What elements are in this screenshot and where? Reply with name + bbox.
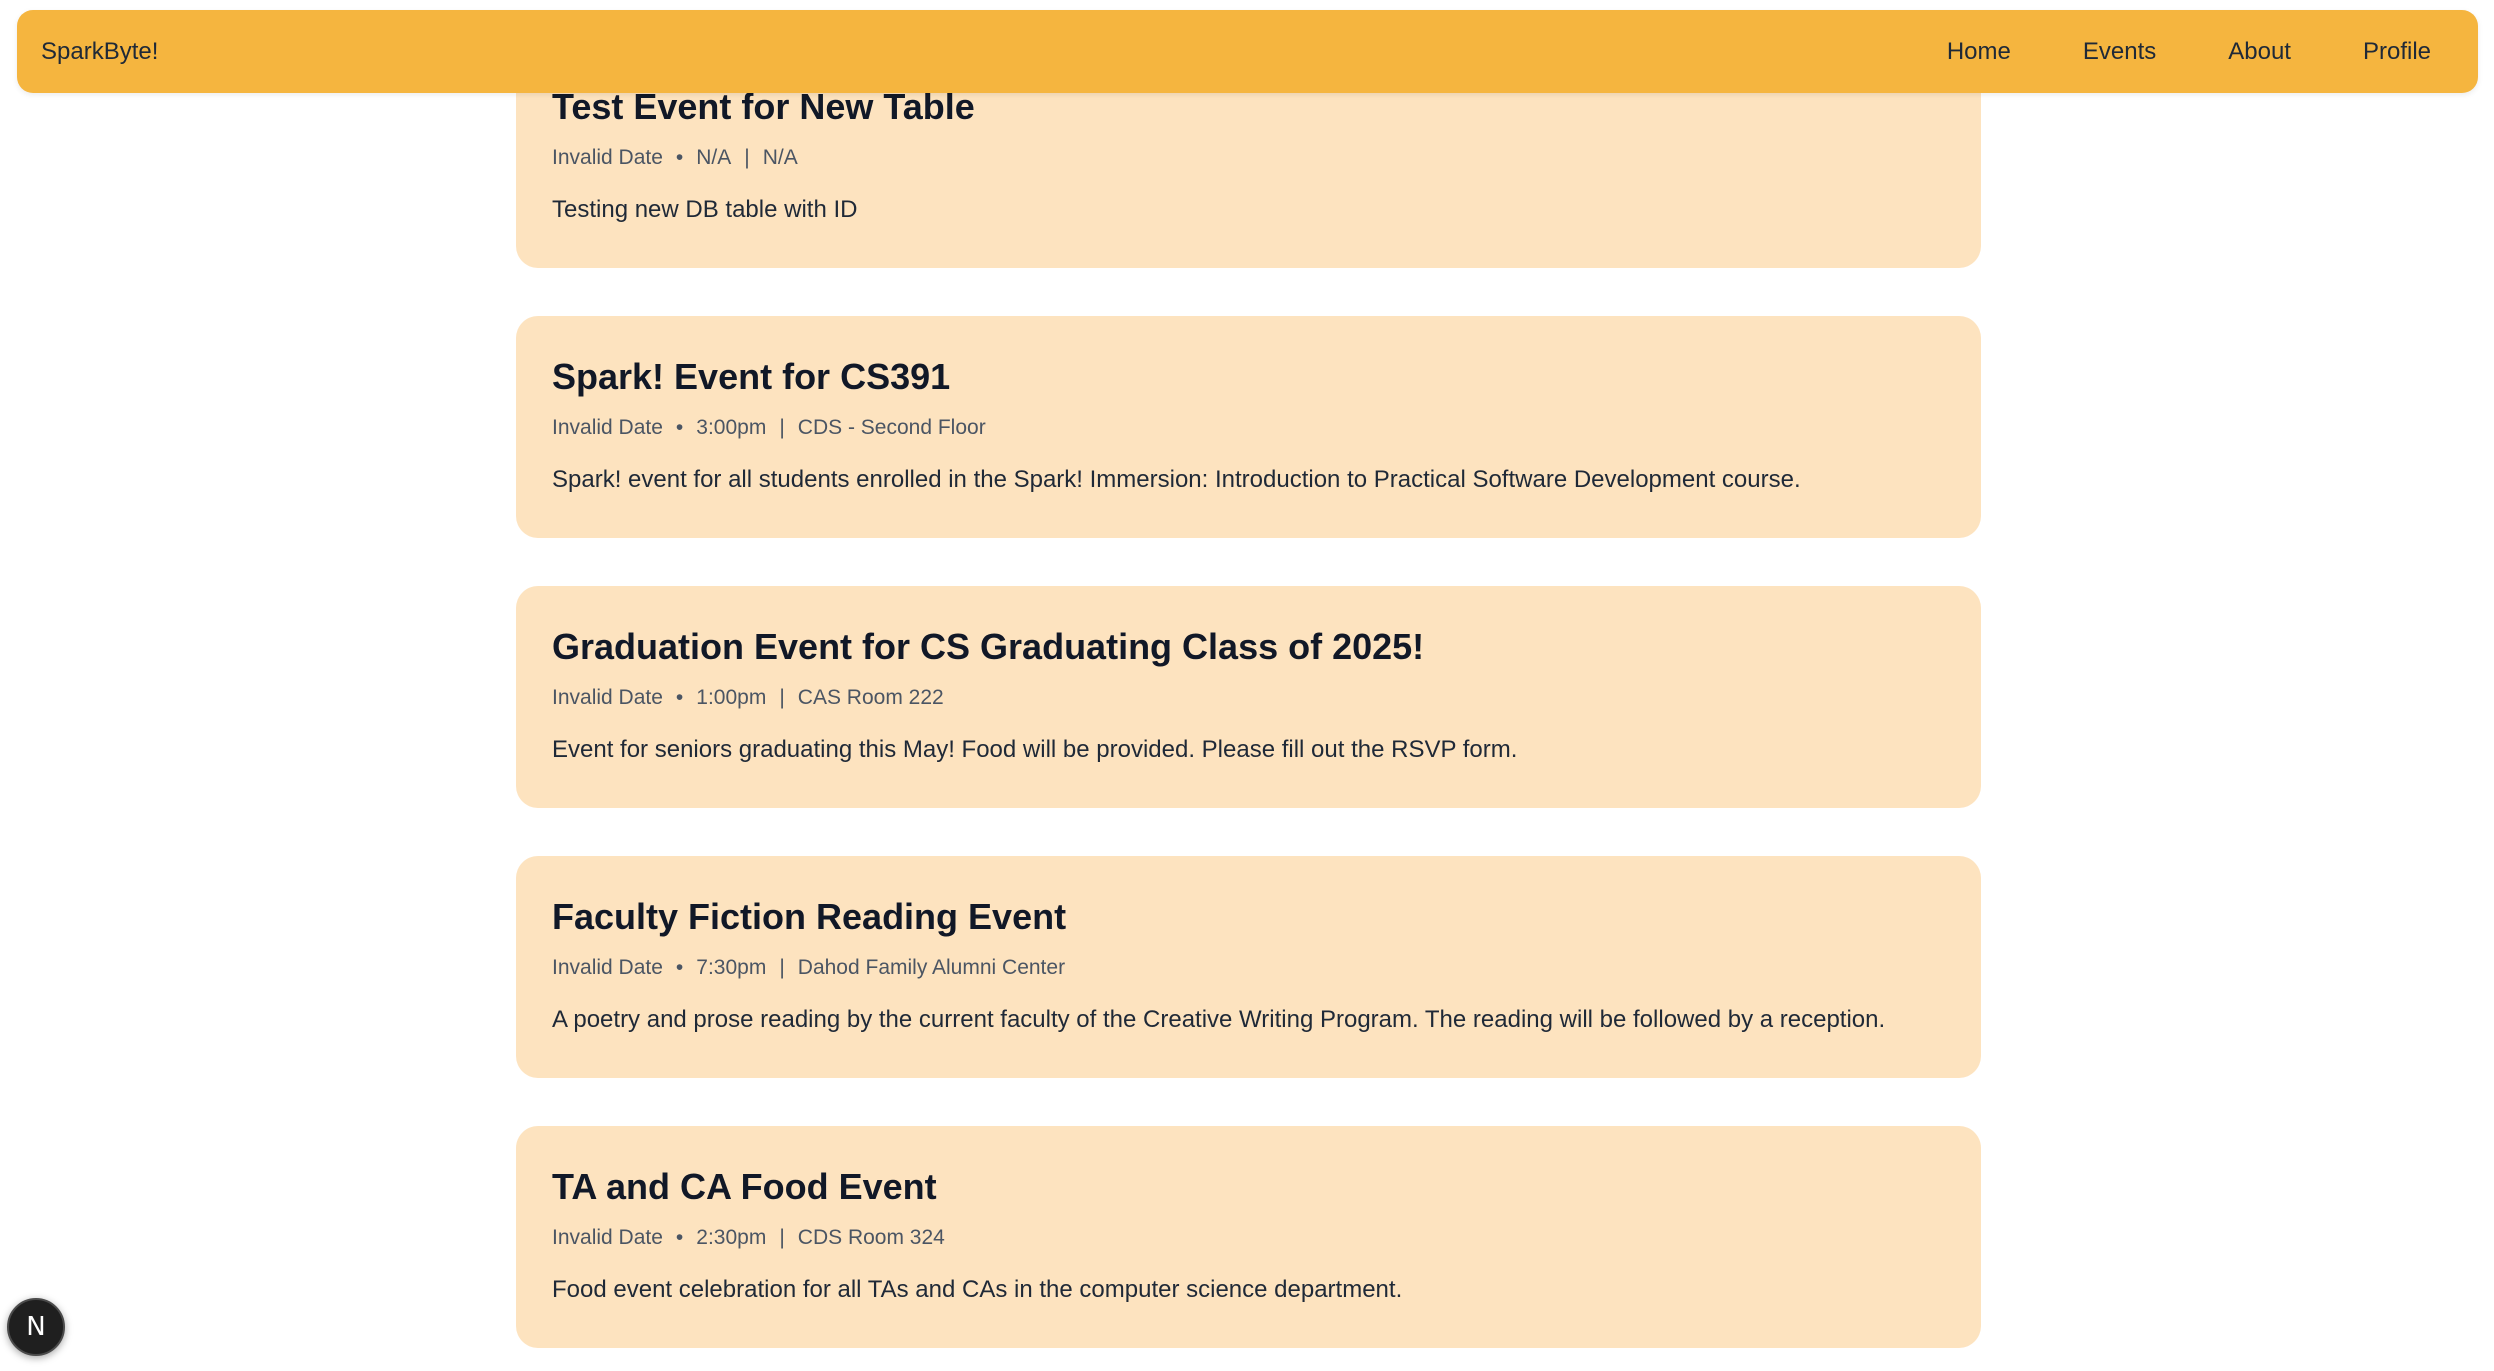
event-date: Invalid Date — [552, 956, 663, 979]
event-date: Invalid Date — [552, 686, 663, 709]
nav-about-link[interactable]: About — [2156, 10, 2291, 93]
brand-link[interactable]: SparkByte! — [41, 10, 158, 93]
event-time: N/A — [696, 146, 732, 169]
nextjs-logo-icon[interactable]: N — [7, 1298, 65, 1356]
event-time: 2:30pm — [696, 1226, 767, 1249]
event-meta: Invalid Date • N/A | N/A — [552, 146, 798, 170]
event-date: Invalid Date — [552, 416, 663, 439]
meta-dot: • — [675, 686, 684, 709]
event-card[interactable]: Graduation Event for CS Graduating Class… — [516, 586, 1981, 808]
nav-home-link[interactable]: Home — [1875, 10, 2011, 93]
event-description: Event for seniors graduating this May! F… — [552, 736, 1518, 763]
event-title: Spark! Event for CS391 — [552, 356, 951, 397]
event-date: Invalid Date — [552, 146, 663, 169]
nav-events-link[interactable]: Events — [2011, 10, 2156, 93]
dev-badge-letter: N — [26, 1312, 46, 1342]
event-description: Spark! event for all students enrolled i… — [552, 466, 1801, 493]
event-meta: Invalid Date • 1:00pm | CAS Room 222 — [552, 686, 944, 710]
event-meta: Invalid Date • 7:30pm | Dahod Family Alumni … — [552, 956, 1065, 980]
event-location: CDS - Second Floor — [797, 416, 986, 439]
event-title: Graduation Event for CS Graduating Class… — [552, 626, 1425, 667]
event-date: Invalid Date — [552, 1226, 663, 1249]
meta-dot: • — [675, 416, 684, 439]
nav-links: Home Events About Profile — [1875, 10, 2478, 93]
meta-dot: • — [675, 956, 684, 979]
meta-bar: | — [779, 416, 785, 439]
event-description: Testing new DB table with ID — [552, 196, 858, 223]
event-location: Dahod Family Alumni Center — [797, 956, 1066, 979]
nav-profile-link[interactable]: Profile — [2291, 10, 2478, 93]
event-location: CDS Room 324 — [797, 1226, 945, 1249]
meta-dot: • — [675, 1226, 684, 1249]
meta-bar: | — [779, 1226, 785, 1249]
event-card[interactable]: TA and CA Food Event Invalid Date • 2:30pm… — [516, 1126, 1981, 1348]
event-card[interactable]: Faculty Fiction Reading Event Invalid Da… — [516, 856, 1981, 1078]
meta-bar: | — [779, 956, 785, 979]
event-time: 7:30pm — [696, 956, 767, 979]
page: SparkByte! Home Events About Profile Tes… — [0, 0, 2494, 1371]
event-card[interactable]: Spark! Event for CS391 Invalid Date • 3:00… — [516, 316, 1981, 538]
event-description: Food event celebration for all TAs and C… — [552, 1276, 1403, 1303]
event-meta: Invalid Date • 3:00pm | CDS - Second Floor — [552, 416, 986, 440]
event-time: 3:00pm — [696, 416, 767, 439]
event-time: 1:00pm — [696, 686, 767, 709]
meta-bar: | — [779, 686, 785, 709]
event-meta: Invalid Date • 2:30pm | CDS Room 324 — [552, 1226, 945, 1250]
event-description: A poetry and prose reading by the curren… — [552, 1006, 1886, 1033]
event-title: Faculty Fiction Reading Event — [552, 896, 1067, 937]
top-navbar: SparkByte! Home Events About Profile — [17, 10, 2478, 93]
event-location: N/A — [762, 146, 798, 169]
event-location: CAS Room 222 — [797, 686, 944, 709]
event-title: TA and CA Food Event — [552, 1166, 937, 1207]
meta-bar: | — [744, 146, 750, 169]
meta-dot: • — [675, 146, 684, 169]
